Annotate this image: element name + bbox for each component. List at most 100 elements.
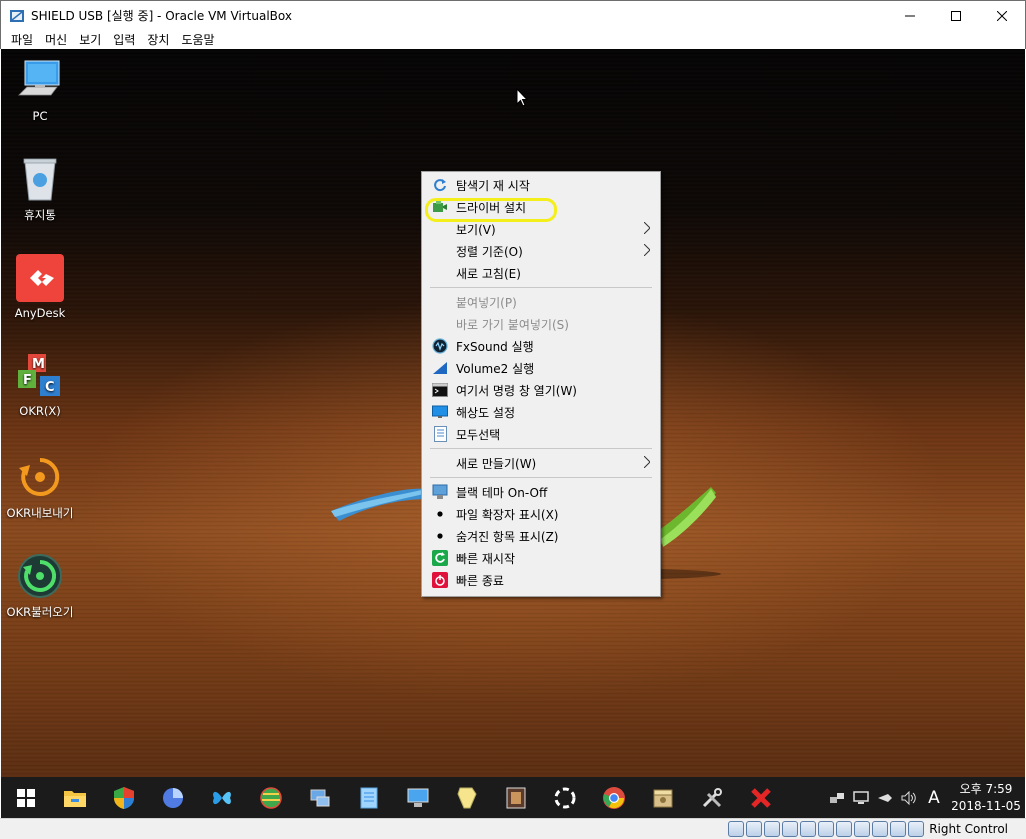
- menu-item-quick-shutdown[interactable]: 빠른 종료: [422, 569, 660, 591]
- taskbar-computer-app[interactable]: [393, 777, 442, 818]
- menu-separator: [430, 287, 652, 288]
- close-icon: [997, 10, 1007, 21]
- window-title: SHIELD USB [실행 중] - Oracle VM VirtualBox: [31, 9, 292, 23]
- cpu-status-icon[interactable]: [872, 821, 889, 837]
- menu-item-sort-by[interactable]: 정렬 기준(O): [422, 240, 660, 262]
- okr-export-icon: [19, 457, 60, 496]
- display-icon: [432, 404, 448, 420]
- menu-item-show-extensions[interactable]: 파일 확장자 표시(X): [422, 503, 660, 525]
- menu-help[interactable]: 도움말: [175, 31, 220, 48]
- tray-usb[interactable]: [873, 777, 897, 818]
- desktop-icon-okr-import[interactable]: OKR불러오기: [2, 552, 78, 620]
- usb-status-icon[interactable]: [800, 821, 817, 837]
- shared-folders-status-icon[interactable]: [818, 821, 835, 837]
- taskbar-capture-app[interactable]: [540, 777, 589, 818]
- taskbar-security-shield[interactable]: [99, 777, 148, 818]
- taskbar-clock[interactable]: 오후 7:59 2018-11-05: [947, 781, 1025, 815]
- video-capture-status-icon[interactable]: [854, 821, 871, 837]
- menu-item-volume2[interactable]: Volume2 실행: [422, 357, 660, 379]
- menu-item-paste-shortcut: 바로 가기 붙여넣기(S): [422, 313, 660, 335]
- butterfly-icon: [212, 791, 231, 804]
- menu-item-label: 빠른 재시작: [456, 551, 516, 566]
- display-status-icon[interactable]: [836, 821, 853, 837]
- bullet-icon: [432, 528, 448, 544]
- select-all-icon: [432, 426, 448, 442]
- menu-machine[interactable]: 머신: [39, 31, 73, 48]
- menu-item-quick-restart[interactable]: 빠른 재시작: [422, 547, 660, 569]
- menu-item-resolution[interactable]: 해상도 설정: [422, 401, 660, 423]
- taskbar-butterfly-app[interactable]: [197, 777, 246, 818]
- audio-status-icon[interactable]: [764, 821, 781, 837]
- clock-date: 2018-11-05: [951, 798, 1021, 813]
- menu-devices[interactable]: 장치: [141, 31, 175, 48]
- taskbar-tools[interactable]: [687, 777, 736, 818]
- menu-item-label: 새로 고침(E): [456, 266, 521, 281]
- ime-indicator[interactable]: A: [921, 788, 947, 808]
- taskbar-archive-app[interactable]: [638, 777, 687, 818]
- menu-item-restart-explorer[interactable]: 탐색기 재 시작: [422, 174, 660, 196]
- menu-item-show-hidden[interactable]: 숨겨진 항목 표시(Z): [422, 525, 660, 547]
- chevron-right-icon: [644, 244, 650, 256]
- tray-volume[interactable]: [897, 777, 921, 818]
- taskbar-close-app[interactable]: [736, 777, 785, 818]
- menu-file[interactable]: 파일: [5, 31, 39, 48]
- taskbar-globe-app[interactable]: [246, 777, 295, 818]
- theme-icon: [432, 484, 448, 500]
- optical-drive-status-icon[interactable]: [746, 821, 763, 837]
- taskbar-chrome[interactable]: [589, 777, 638, 818]
- desktop-icon-recycle-bin[interactable]: 휴지통: [2, 155, 78, 223]
- desktop-icon-okr-export[interactable]: OKR내보내기: [2, 453, 78, 521]
- minimize-button[interactable]: [887, 1, 933, 30]
- tray-display[interactable]: [849, 777, 873, 818]
- chevron-right-icon: [644, 456, 650, 468]
- taskbar-network-app[interactable]: [295, 777, 344, 818]
- mouse-integration-status-icon[interactable]: [890, 821, 907, 837]
- okr-import-icon: [18, 554, 62, 598]
- taskbar-notepad-app[interactable]: [344, 777, 393, 818]
- taskbar-file-explorer[interactable]: [50, 777, 99, 818]
- disk-pie-icon: [162, 787, 183, 808]
- volume2-icon: [432, 360, 448, 376]
- annotation-highlight-circle: [425, 198, 557, 222]
- desktop-icon-label: AnyDesk: [14, 306, 66, 320]
- tray-network[interactable]: [825, 777, 849, 818]
- menu-item-label: 정렬 기준(O): [456, 244, 523, 259]
- film-app-icon: [506, 787, 525, 808]
- maximize-button[interactable]: [933, 1, 979, 30]
- window-titlebar: SHIELD USB [실행 중] - Oracle VM VirtualBox: [0, 0, 1026, 30]
- archive-app-icon: [653, 789, 672, 807]
- taskbar-film-app[interactable]: [491, 777, 540, 818]
- menu-item-label: FxSound 실행: [456, 339, 534, 354]
- guest-desktop[interactable]: PC 휴지통 AnyDesk M F C OKR(X) OKR내보내기 OKR불…: [1, 49, 1025, 777]
- taskbar-cleaner-app[interactable]: [442, 777, 491, 818]
- okr-blocks-icon: M F C: [18, 354, 60, 396]
- close-button[interactable]: [979, 1, 1025, 30]
- desktop-icon-label: 휴지통: [24, 208, 56, 222]
- menu-view[interactable]: 보기: [73, 31, 107, 48]
- host-key-label: Right Control: [929, 822, 1008, 836]
- network-status-icon[interactable]: [782, 821, 799, 837]
- speaker-icon: [901, 790, 916, 805]
- taskbar-disk-pie[interactable]: [148, 777, 197, 818]
- guest-taskbar: A 오후 7:59 2018-11-05: [1, 777, 1025, 818]
- keyboard-status-icon[interactable]: [908, 821, 925, 837]
- menu-item-open-cmd[interactable]: 여기서 명령 창 열기(W): [422, 379, 660, 401]
- computer-app-icon: [407, 788, 428, 807]
- network-icon: [830, 792, 844, 803]
- start-button[interactable]: [1, 777, 50, 818]
- desktop-icon-okr-x[interactable]: M F C OKR(X): [2, 352, 78, 418]
- menu-item-new[interactable]: 새로 만들기(W): [422, 452, 660, 474]
- menu-item-refresh[interactable]: 새로 고침(E): [422, 262, 660, 284]
- desktop-icon-label: OKR내보내기: [6, 506, 74, 520]
- desktop-icon-anydesk[interactable]: AnyDesk: [2, 254, 78, 320]
- desktop-icon-pc[interactable]: PC: [2, 57, 78, 123]
- menu-input[interactable]: 입력: [107, 31, 141, 48]
- menu-item-fxsound[interactable]: FxSound 실행: [422, 335, 660, 357]
- menu-item-select-all[interactable]: 모두선택: [422, 423, 660, 445]
- menu-separator: [430, 477, 652, 478]
- maximize-icon: [951, 10, 961, 21]
- menu-item-black-theme[interactable]: 블랙 테마 On-Off: [422, 481, 660, 503]
- shutdown-icon: [432, 572, 448, 588]
- hard-disk-status-icon[interactable]: [728, 821, 745, 837]
- menu-item-label: 보기(V): [456, 222, 496, 237]
